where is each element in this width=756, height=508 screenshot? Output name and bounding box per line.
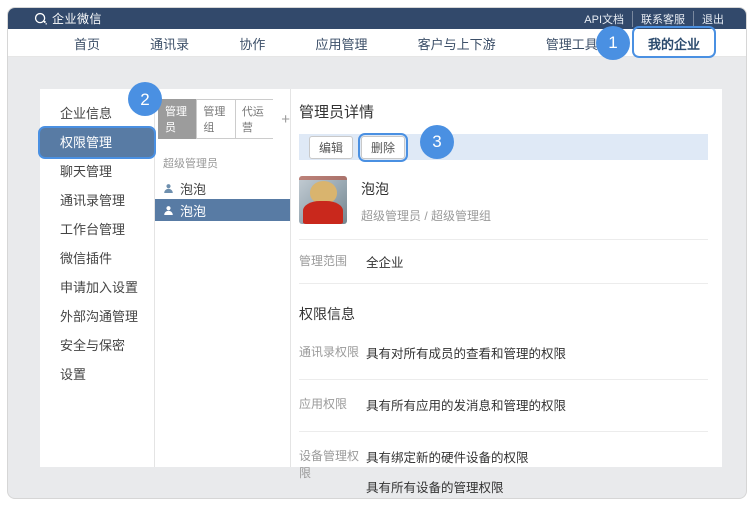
- person-icon: [163, 183, 174, 194]
- screenshot-stage: 企业微信 API文档 联系客服 退出 首页 通讯录 协作 应用管理 客户与上下游…: [0, 0, 756, 508]
- admin-list-tabs: 管理员 管理组 代运营 +: [155, 99, 290, 139]
- wecom-logo-icon: [34, 12, 47, 25]
- logout-link[interactable]: 退出: [693, 11, 732, 27]
- annotation-callout-3: 3: [420, 125, 454, 159]
- admin-profile: 泡泡 超级管理员 / 超级管理组: [299, 176, 708, 224]
- nav-tab-collaboration[interactable]: 协作: [231, 29, 273, 56]
- permissions-title: 权限信息: [299, 304, 708, 324]
- tab-administrators[interactable]: 管理员: [158, 99, 196, 139]
- detail-title: 管理员详情: [299, 101, 708, 122]
- annotation-callout-1: 1: [596, 26, 630, 60]
- add-admin-button[interactable]: +: [281, 112, 290, 127]
- nav-tab-contacts[interactable]: 通讯录: [142, 29, 197, 56]
- avatar: [299, 176, 347, 224]
- nav-tab-apps[interactable]: 应用管理: [307, 29, 375, 56]
- admin-name: 泡泡: [361, 179, 491, 199]
- nav-tab-customers[interactable]: 客户与上下游: [410, 29, 504, 56]
- admin-list-item[interactable]: 泡泡: [155, 177, 290, 199]
- main-nav: 首页 通讯录 协作 应用管理 客户与上下游 管理工具 我的企业 1: [8, 29, 746, 57]
- top-bar: 企业微信 API文档 联系客服 退出: [8, 8, 746, 29]
- admin-list-column: 管理员 管理组 代运营 + 超级管理员 泡泡: [155, 89, 291, 467]
- top-links: API文档 联系客服 退出: [576, 11, 732, 27]
- admin-detail: 管理员详情 编辑 删除 3 泡泡: [291, 89, 722, 467]
- admin-list-item-selected[interactable]: 泡泡: [155, 199, 290, 221]
- brand-name: 企业微信: [52, 10, 102, 27]
- permission-row-contacts: 通讯录权限 具有对所有成员的查看和管理的权限: [299, 328, 708, 379]
- app-window: 企业微信 API文档 联系客服 退出 首页 通讯录 协作 应用管理 客户与上下游…: [7, 7, 747, 499]
- edit-button[interactable]: 编辑: [309, 136, 353, 159]
- admin-group-label: 超级管理员: [163, 155, 290, 171]
- admin-role: 超级管理员 / 超级管理组: [361, 207, 491, 224]
- permission-row-apps: 应用权限 具有所有应用的发消息和管理的权限: [299, 380, 708, 431]
- sidebar-item-join-settings[interactable]: 申请加入设置: [40, 273, 154, 302]
- annotation-callout-2: 2: [128, 82, 162, 116]
- sidebar-item-settings[interactable]: 设置: [40, 360, 154, 389]
- sidebar-item-chat-management[interactable]: 聊天管理: [40, 157, 154, 186]
- settings-sidebar: 企业信息 权限管理 2 聊天管理 通讯录管理 工作台管理 微信插件 申请加入设置…: [40, 89, 155, 467]
- person-icon: [163, 205, 174, 216]
- nav-tab-my-company[interactable]: 我的企业 1: [640, 29, 708, 56]
- scope-label: 管理范围: [299, 252, 366, 271]
- contact-support-link[interactable]: 联系客服: [632, 11, 693, 27]
- detail-toolbar: 编辑 删除 3: [299, 134, 708, 160]
- nav-tab-home[interactable]: 首页: [66, 29, 108, 56]
- sidebar-item-wechat-plugin[interactable]: 微信插件: [40, 244, 154, 273]
- profile-text: 泡泡 超级管理员 / 超级管理组: [361, 176, 491, 224]
- sidebar-item-external-communication[interactable]: 外部沟通管理: [40, 302, 154, 331]
- content-area: 企业信息 权限管理 2 聊天管理 通讯录管理 工作台管理 微信插件 申请加入设置…: [8, 57, 746, 499]
- brand: 企业微信: [34, 10, 102, 27]
- scope-row: 管理范围 全企业: [299, 240, 708, 283]
- permission-row-devices: 设备管理权限 具有绑定新的硬件设备的权限 具有所有设备的管理权限: [299, 432, 708, 499]
- divider: [299, 283, 708, 284]
- tab-agent-operation[interactable]: 代运营: [235, 99, 273, 139]
- sidebar-item-security[interactable]: 安全与保密: [40, 331, 154, 360]
- sidebar-item-permission-management[interactable]: 权限管理 2: [40, 128, 154, 157]
- tab-admin-groups[interactable]: 管理组: [196, 99, 234, 139]
- delete-button[interactable]: 删除 3: [361, 136, 405, 159]
- sidebar-item-workbench-management[interactable]: 工作台管理: [40, 215, 154, 244]
- sidebar-item-contacts-management[interactable]: 通讯录管理: [40, 186, 154, 215]
- main-panel: 企业信息 权限管理 2 聊天管理 通讯录管理 工作台管理 微信插件 申请加入设置…: [40, 89, 722, 467]
- api-docs-link[interactable]: API文档: [576, 11, 632, 27]
- scope-value: 全企业: [366, 252, 404, 271]
